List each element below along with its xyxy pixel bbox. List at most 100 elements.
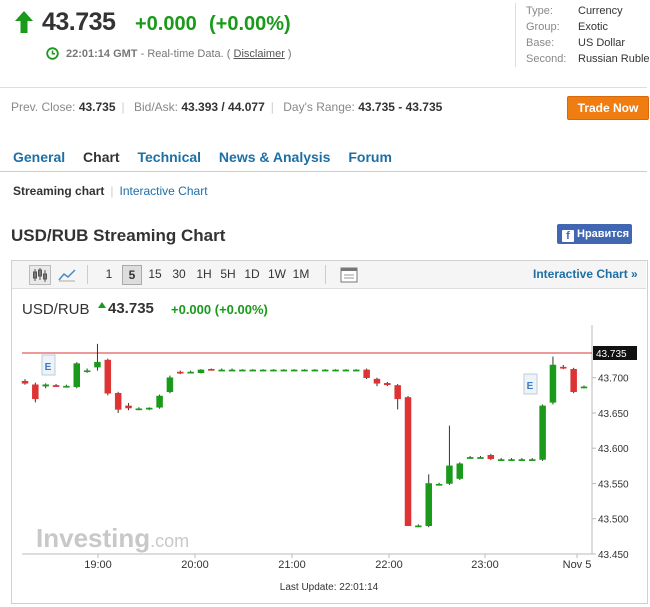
tab-general[interactable]: General — [13, 149, 65, 165]
candle-down — [125, 405, 132, 409]
candle-down — [21, 380, 29, 384]
candle-up — [446, 465, 453, 484]
prev-close-value: 43.735 — [78, 100, 116, 114]
candle-up — [135, 408, 143, 411]
candle-down — [404, 397, 412, 527]
tab-forum[interactable]: Forum — [348, 149, 392, 165]
info-row-type: Type: Currency — [526, 3, 650, 19]
candle-up — [63, 385, 70, 388]
candle-up — [249, 369, 256, 372]
disclaimer-link[interactable]: Disclaimer — [234, 48, 285, 60]
candle-up — [218, 369, 225, 372]
x-tick-label: 23:00 — [471, 559, 499, 571]
x-tick-label: 20:00 — [181, 559, 209, 571]
facebook-like-button[interactable]: f Нравится — [557, 224, 632, 244]
candle-up — [353, 369, 360, 372]
up-arrow-icon — [15, 11, 33, 33]
tab-chart[interactable]: Chart — [83, 149, 120, 165]
candle-up — [83, 370, 91, 373]
timeframe-1d[interactable]: 1D — [242, 265, 262, 283]
info-value: Currency — [578, 5, 623, 17]
candle-down — [560, 366, 567, 369]
divider — [0, 87, 647, 88]
chart-heading: USD/RUB Streaming Chart — [11, 226, 226, 245]
candle-up — [528, 459, 536, 461]
candle-up — [228, 369, 236, 372]
candle-down — [384, 383, 391, 385]
last-update-label: Last Update: 22:01:14 — [280, 582, 379, 593]
info-row-base: Base: US Dollar — [526, 35, 650, 51]
candle-up — [332, 369, 339, 372]
y-tick-label: 43.650 — [598, 409, 629, 420]
price-change-percent: (+0.00%) — [209, 13, 291, 35]
candle-up — [580, 386, 588, 389]
info-key: Base: — [526, 37, 555, 49]
info-value: Russian Ruble — [578, 53, 650, 65]
tab-news-analysis[interactable]: News & Analysis — [219, 149, 331, 165]
tab-technical[interactable]: Technical — [137, 149, 201, 165]
timeframe-1h[interactable]: 1H — [194, 265, 214, 283]
timeframe-1m[interactable]: 1M — [290, 265, 312, 283]
indicators-window-icon[interactable] — [338, 265, 360, 285]
quote-time: 22:01:14 GMT — [66, 48, 138, 60]
candle-down — [394, 385, 401, 400]
facebook-icon: f — [562, 230, 574, 242]
info-row-second: Second: Russian Ruble — [526, 51, 650, 67]
candle-down — [104, 359, 112, 394]
candlestick-chart[interactable]: Investing.com 43.700 43.650 43.600 43.550 43.… — [12, 325, 646, 601]
y-tick-label: 43.700 — [598, 374, 629, 385]
y-tick-label: 43.500 — [598, 515, 629, 526]
x-tick-label: 22:00 — [375, 559, 403, 571]
candle-up — [197, 369, 205, 373]
candle-down — [487, 455, 495, 460]
candle-up — [311, 369, 319, 372]
candle-up — [425, 483, 432, 527]
subtab-interactive-chart[interactable]: Interactive Chart — [119, 184, 207, 198]
timeframe-1[interactable]: 1 — [102, 265, 116, 283]
candle-up — [187, 371, 194, 374]
candle-up — [239, 369, 246, 372]
days-range-label: Day's Range: — [283, 100, 355, 114]
timeframe-5h[interactable]: 5H — [218, 265, 238, 283]
candle-up — [435, 483, 443, 486]
candlestick-icon[interactable] — [29, 265, 51, 285]
toolbar-divider — [87, 265, 88, 284]
candle-up — [539, 405, 546, 460]
sub-tabs: Streaming chart | Interactive Chart — [13, 184, 208, 198]
trade-now-button[interactable]: Trade Now — [567, 96, 649, 120]
info-key: Group: — [526, 21, 560, 33]
subtab-streaming-chart[interactable]: Streaming chart — [13, 184, 104, 198]
candle-up — [280, 369, 288, 372]
chart-symbol-price: 43.735 — [108, 300, 154, 317]
interactive-chart-link[interactable]: Interactive Chart » — [533, 267, 638, 281]
candle-down — [570, 368, 577, 393]
candle-up — [456, 463, 464, 479]
timeframe-30[interactable]: 30 — [170, 265, 188, 283]
timeframe-5[interactable]: 5 — [122, 265, 142, 285]
candle-up — [259, 369, 267, 372]
toolbar-divider — [325, 265, 326, 284]
timeframe-1w[interactable]: 1W — [266, 265, 288, 283]
quote-stats: Prev. Close: 43.735 | Bid/Ask: 43.393 / 4… — [11, 100, 443, 114]
x-tick-label: 19:00 — [84, 559, 112, 571]
candle-up — [415, 525, 422, 528]
clock-icon — [46, 47, 59, 60]
candle-up — [497, 459, 505, 461]
candle-up — [549, 364, 557, 403]
candle-up — [94, 361, 101, 368]
x-tick-label: 21:00 — [278, 559, 306, 571]
candle-up — [321, 369, 329, 372]
candle-down — [52, 385, 60, 387]
candle-down — [373, 378, 381, 384]
realtime-label: - Real-time Data. ( — [140, 48, 231, 60]
chart-symbol-change: +0.000 (+0.00%) — [171, 302, 268, 317]
candle-up — [508, 459, 515, 461]
prev-close-label: Prev. Close: — [11, 100, 76, 114]
event-marker-label: E — [45, 362, 52, 373]
timeframe-15[interactable]: 15 — [146, 265, 164, 283]
candle-up — [166, 377, 174, 393]
current-price-label: 43.735 — [596, 349, 627, 360]
last-price: 43.735 — [42, 8, 116, 36]
line-chart-icon[interactable] — [56, 265, 78, 285]
price-change: +0.000 — [135, 13, 197, 35]
